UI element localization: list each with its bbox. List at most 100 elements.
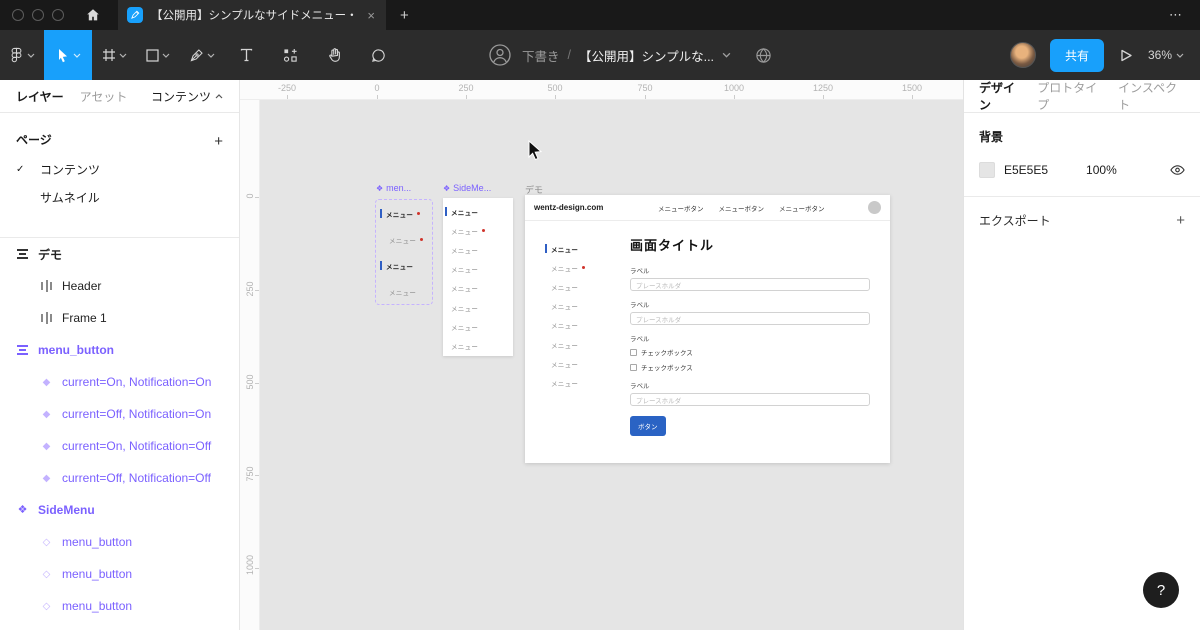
tab-close-icon[interactable]: × (365, 8, 377, 23)
menu-item[interactable]: メニュー (543, 354, 585, 373)
menu-item[interactable]: メニュー (443, 298, 513, 317)
menu-item[interactable]: メニュー (543, 297, 585, 316)
chevron-down-icon[interactable] (722, 52, 731, 58)
menu-item[interactable]: メニュー (543, 373, 585, 392)
add-page-button[interactable]: + (214, 136, 223, 148)
window-close-button[interactable] (12, 9, 24, 21)
tab-prototype[interactable]: プロトタイプ (1037, 79, 1105, 113)
comment-tool-button[interactable] (356, 30, 400, 80)
demo-site-logo: wentz-design.com (534, 203, 603, 212)
main-menu-button[interactable] (0, 30, 44, 80)
opacity-value[interactable]: 100% (1086, 163, 1117, 177)
menu-item-label: メニュー (386, 261, 413, 271)
frame-tool-button[interactable] (92, 30, 136, 80)
instance-diamond-icon: ◇ (40, 600, 53, 613)
hand-tool-button[interactable] (312, 30, 356, 80)
menu-item[interactable]: メニュー (380, 207, 420, 220)
new-tab-button[interactable]: + (400, 7, 409, 24)
sidemenu-component-label[interactable]: ❖ SideMe... (443, 183, 491, 193)
layer-row[interactable]: ◆current=Off, Notification=On (0, 398, 239, 430)
layer-row[interactable]: ◇menu_button (0, 590, 239, 622)
layer-row[interactable]: ◆current=Off, Notification=Off (0, 462, 239, 494)
input-placeholder: プレースホルダ (636, 280, 681, 290)
menu-item[interactable]: メニュー (443, 336, 513, 355)
checkbox-label: チェックボックス (641, 347, 693, 357)
tab-layers[interactable]: レイヤー (16, 88, 64, 105)
menu-item-label: メニュー (451, 303, 478, 313)
menu-item-label: メニュー (551, 263, 578, 273)
menu-item[interactable]: メニュー (543, 277, 585, 296)
breadcrumb[interactable]: 下書き / 【公開用】シンプルな... (522, 46, 731, 65)
menu-item-label: メニュー (551, 340, 578, 350)
document-tab[interactable]: 【公開用】シンプルなサイドメニュー・コ × (118, 0, 386, 30)
menu-item[interactable]: メニュー (543, 316, 585, 335)
menu-item[interactable]: メニュー (380, 285, 416, 298)
menu-item[interactable]: メニュー (443, 317, 513, 336)
visibility-toggle[interactable] (1170, 164, 1185, 176)
layer-row[interactable]: Frame 1 (0, 302, 239, 334)
layer-row[interactable]: ◆current=On, Notification=On (0, 366, 239, 398)
layer-row[interactable]: menu_button (0, 334, 239, 366)
add-export-button[interactable]: + (1176, 215, 1185, 227)
menu-item[interactable]: メニュー (543, 258, 585, 277)
text-tool-button[interactable] (224, 30, 268, 80)
window-maximize-button[interactable] (52, 9, 64, 21)
pages-list: ✓コンテンツサムネイル (0, 155, 239, 238)
menu-item[interactable]: メニュー (443, 202, 513, 221)
tab-contents[interactable]: コンテンツ (151, 88, 223, 105)
horizontal-ruler[interactable]: -2500250500750100012501500 (240, 80, 963, 100)
menu-item[interactable]: メニュー (443, 260, 513, 279)
design-canvas[interactable]: -2500250500750100012501500 0250500750100… (240, 80, 963, 630)
menu-item[interactable]: メニュー (543, 335, 585, 354)
menu-item[interactable]: メニュー (443, 240, 513, 259)
menu-item[interactable]: メニュー (380, 233, 423, 246)
tab-inspect[interactable]: インスペクト (1118, 79, 1185, 113)
shape-tool-button[interactable] (136, 30, 180, 80)
vertical-ruler[interactable]: 02505007501000 (240, 100, 260, 630)
menu-item[interactable]: メニュー (380, 259, 413, 272)
breadcrumb-project[interactable]: 下書き (522, 46, 560, 65)
page-item[interactable]: ✓コンテンツ (0, 155, 239, 183)
help-button[interactable]: ? (1143, 572, 1179, 608)
user-avatar[interactable] (1010, 42, 1036, 68)
demo-frame[interactable]: wentz-design.com メニューボタンメニューボタンメニューボタン メ… (525, 195, 890, 463)
layer-label: menu_button (62, 535, 132, 549)
eye-icon (1170, 164, 1185, 176)
text-input-field: プレースホルダ (630, 278, 870, 291)
breadcrumb-file-name[interactable]: 【公開用】シンプルな... (579, 46, 714, 65)
layer-row[interactable]: デモ (0, 238, 239, 270)
resources-tool-button[interactable] (268, 30, 312, 80)
window-minimize-button[interactable] (32, 9, 44, 21)
component-set-label[interactable]: ❖ men... (376, 183, 411, 193)
sidemenu-component[interactable]: メニューメニューメニューメニューメニューメニューメニューメニュー (443, 198, 513, 356)
move-tool-button[interactable] (44, 30, 92, 80)
layer-label: current=On, Notification=Off (62, 439, 211, 453)
layer-row[interactable]: ❖SideMenu (0, 494, 239, 526)
home-icon[interactable] (78, 8, 108, 22)
tab-assets[interactable]: アセット (80, 88, 128, 105)
layer-row[interactable]: Header (0, 270, 239, 302)
color-swatch[interactable] (979, 162, 995, 178)
menu-item[interactable]: メニュー (443, 279, 513, 298)
color-hex-value[interactable]: E5E5E5 (1004, 163, 1048, 177)
tab-design[interactable]: デザイン (979, 79, 1024, 113)
page-item[interactable]: サムネイル (0, 183, 239, 211)
layer-row[interactable]: ◇menu_button (0, 558, 239, 590)
layer-row[interactable]: ◆current=On, Notification=Off (0, 430, 239, 462)
pen-tool-button[interactable] (180, 30, 224, 80)
layer-row[interactable]: ◇menu_button (0, 526, 239, 558)
menu-item[interactable]: メニュー (443, 221, 513, 240)
component-set-menu-button[interactable]: メニューメニューメニューメニュー (375, 199, 433, 305)
overflow-menu-icon[interactable]: ⋯ (1169, 7, 1184, 23)
globe-icon[interactable] (755, 47, 772, 64)
menu-item[interactable]: メニュー (543, 239, 585, 258)
share-button[interactable]: 共有 (1050, 39, 1104, 72)
zoom-level-control[interactable]: 36% (1148, 48, 1184, 62)
present-play-icon[interactable] (1118, 47, 1134, 64)
demo-nav-link: メニューボタン (658, 203, 704, 213)
ruler-tick (255, 290, 259, 291)
layer-label: デモ (38, 246, 62, 263)
zoom-level-value: 36% (1148, 48, 1172, 62)
chevron-down-icon (73, 53, 81, 58)
menu-item-label: メニュー (451, 226, 478, 236)
